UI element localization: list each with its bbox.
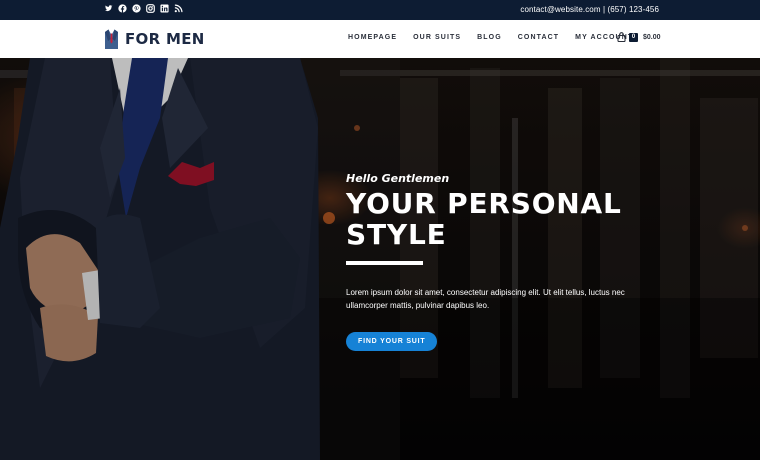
facebook-icon[interactable]: [118, 4, 127, 13]
nav-blog[interactable]: BLOG: [477, 34, 502, 41]
cart-count-badge: 0: [629, 32, 638, 42]
logo-text: FOR MEN: [125, 30, 205, 48]
hero-headline-line-2: STYLE: [346, 218, 447, 251]
social-links: [104, 4, 183, 13]
pinterest-icon[interactable]: [132, 4, 141, 13]
contact-info: contact@website.com | (657) 123-456: [520, 5, 659, 14]
hero-section: Hello Gentlemen YOUR PERSONAL STYLE Lore…: [0, 58, 760, 460]
hero-body-text: Lorem ipsum dolor sit amet, consectetur …: [346, 288, 625, 310]
nav-homepage[interactable]: HOMEPAGE: [348, 34, 397, 41]
suit-logo-icon: [105, 29, 118, 49]
nav-our-suits[interactable]: OUR SUITS: [413, 34, 461, 41]
shopping-bag-icon: [617, 32, 626, 42]
hero-headline: YOUR PERSONAL STYLE: [346, 188, 656, 250]
top-bar: contact@website.com | (657) 123-456: [0, 0, 760, 20]
rss-icon[interactable]: [174, 4, 183, 13]
hero-headline-line-1: YOUR PERSONAL: [346, 187, 622, 220]
twitter-icon[interactable]: [104, 4, 113, 13]
cart-total: $0.00: [643, 33, 661, 41]
instagram-icon[interactable]: [146, 4, 155, 13]
hero-divider: [346, 261, 423, 265]
cart-widget[interactable]: 0 $0.00: [617, 32, 661, 42]
site-header: FOR MEN HOMEPAGE OUR SUITS BLOG CONTACT …: [0, 20, 760, 58]
hero-content: Hello Gentlemen YOUR PERSONAL STYLE Lore…: [346, 172, 656, 351]
hero-greeting: Hello Gentlemen: [346, 172, 450, 185]
nav-contact[interactable]: CONTACT: [518, 34, 559, 41]
linkedin-icon[interactable]: [160, 4, 169, 13]
site-logo[interactable]: FOR MEN: [104, 29, 205, 49]
find-your-suit-button[interactable]: FIND YOUR SUIT: [346, 332, 438, 351]
main-nav: HOMEPAGE OUR SUITS BLOG CONTACT MY ACCOU…: [348, 34, 649, 41]
